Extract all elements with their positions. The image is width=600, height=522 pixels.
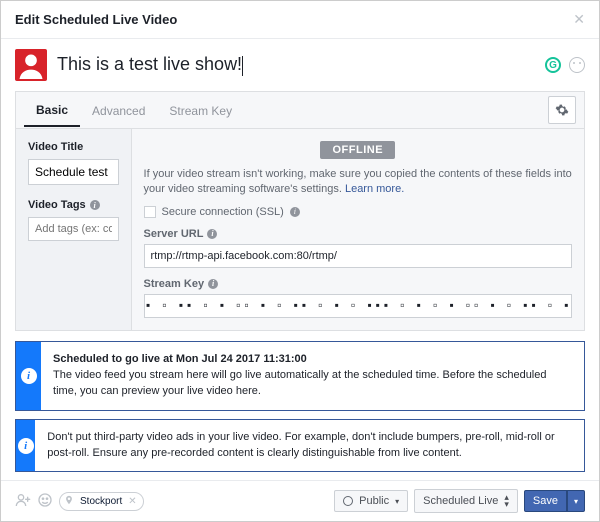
video-title-input[interactable] xyxy=(28,159,119,185)
video-tags-input[interactable] xyxy=(28,217,119,241)
stream-key-field[interactable]: ▪ ▫ ▪▪ ▫ ▪ ▫▫ ▪ ▫ ▪▪ ▫ ▪ ▫ ▪▪▪ ▫ ▪ ▫ ▪ ▫… xyxy=(144,294,572,318)
info-icon[interactable]: i xyxy=(290,207,300,217)
tag-people-icon[interactable] xyxy=(15,492,31,511)
dialog-title: Edit Scheduled Live Video xyxy=(15,12,177,27)
gear-icon[interactable] xyxy=(548,96,576,124)
video-tags-label: Video Tagsi xyxy=(28,199,119,211)
stream-status-badge: OFFLINE xyxy=(320,141,395,159)
stream-key-label: Stream Keyi xyxy=(144,278,572,290)
info-icon[interactable]: i xyxy=(90,200,100,210)
info-icon[interactable]: i xyxy=(208,279,218,289)
scheduled-heading: Scheduled to go live at Mon Jul 24 2017 … xyxy=(53,353,307,365)
dialog-titlebar: Edit Scheduled Live Video ✕ xyxy=(1,1,599,39)
location-label: Stockport xyxy=(80,496,122,507)
policy-callout: i Don't put third-party video ads in you… xyxy=(15,419,585,473)
emoji-picker-icon[interactable] xyxy=(569,57,585,73)
status-label: Scheduled Live xyxy=(423,495,498,507)
scheduled-body: The video feed you stream here will go l… xyxy=(53,369,546,397)
right-column: OFFLINE If your video stream isn't worki… xyxy=(132,129,584,330)
location-chip[interactable]: Stockport ✕ xyxy=(59,492,144,511)
save-label: Save xyxy=(533,495,558,507)
status-text-value: This is a test live show! xyxy=(57,54,242,74)
server-url-label: Server URLi xyxy=(144,228,572,240)
sort-icon: ▴▾ xyxy=(504,494,509,508)
location-pin-icon xyxy=(64,494,74,509)
tab-basic[interactable]: Basic xyxy=(24,93,80,127)
avatar xyxy=(15,49,47,81)
learn-more-link[interactable]: Learn more. xyxy=(345,183,404,195)
status-button[interactable]: Scheduled Live ▴▾ xyxy=(414,489,518,513)
server-url-field[interactable] xyxy=(144,244,572,268)
save-dropdown-button[interactable]: ▾ xyxy=(567,490,585,512)
remove-location-icon[interactable]: ✕ xyxy=(128,496,136,507)
info-icon: i xyxy=(18,438,34,454)
info-icon[interactable]: i xyxy=(207,229,217,239)
edit-live-video-dialog: Edit Scheduled Live Video ✕ This is a te… xyxy=(0,0,600,522)
grammarly-icon[interactable]: G xyxy=(545,57,561,73)
settings-panel: Basic Advanced Stream Key Video Title Vi… xyxy=(15,91,585,331)
ssl-label: Secure connection (SSL) xyxy=(162,206,284,218)
stream-help-text: If your video stream isn't working, make… xyxy=(144,167,572,198)
left-column: Video Title Video Tagsi xyxy=(16,129,132,330)
status-text-input[interactable]: This is a test live show! xyxy=(57,54,535,75)
policy-body: Don't put third-party video ads in your … xyxy=(47,431,554,459)
scheduled-callout: i Scheduled to go live at Mon Jul 24 201… xyxy=(15,341,585,411)
tab-bar: Basic Advanced Stream Key xyxy=(16,92,584,129)
dialog-footer: Stockport ✕ Public ▾ Scheduled Live ▴▾ S… xyxy=(1,480,599,521)
feeling-icon[interactable] xyxy=(37,492,53,511)
tab-advanced[interactable]: Advanced xyxy=(80,94,157,126)
info-icon: i xyxy=(21,368,37,384)
privacy-label: Public xyxy=(359,495,389,507)
video-title-label: Video Title xyxy=(28,141,119,153)
ssl-checkbox[interactable] xyxy=(144,206,156,218)
compose-row: This is a test live show! G xyxy=(1,39,599,91)
close-icon[interactable]: ✕ xyxy=(573,11,585,28)
save-button[interactable]: Save xyxy=(524,490,567,512)
privacy-button[interactable]: Public ▾ xyxy=(334,490,408,512)
tab-stream-key[interactable]: Stream Key xyxy=(157,94,244,126)
